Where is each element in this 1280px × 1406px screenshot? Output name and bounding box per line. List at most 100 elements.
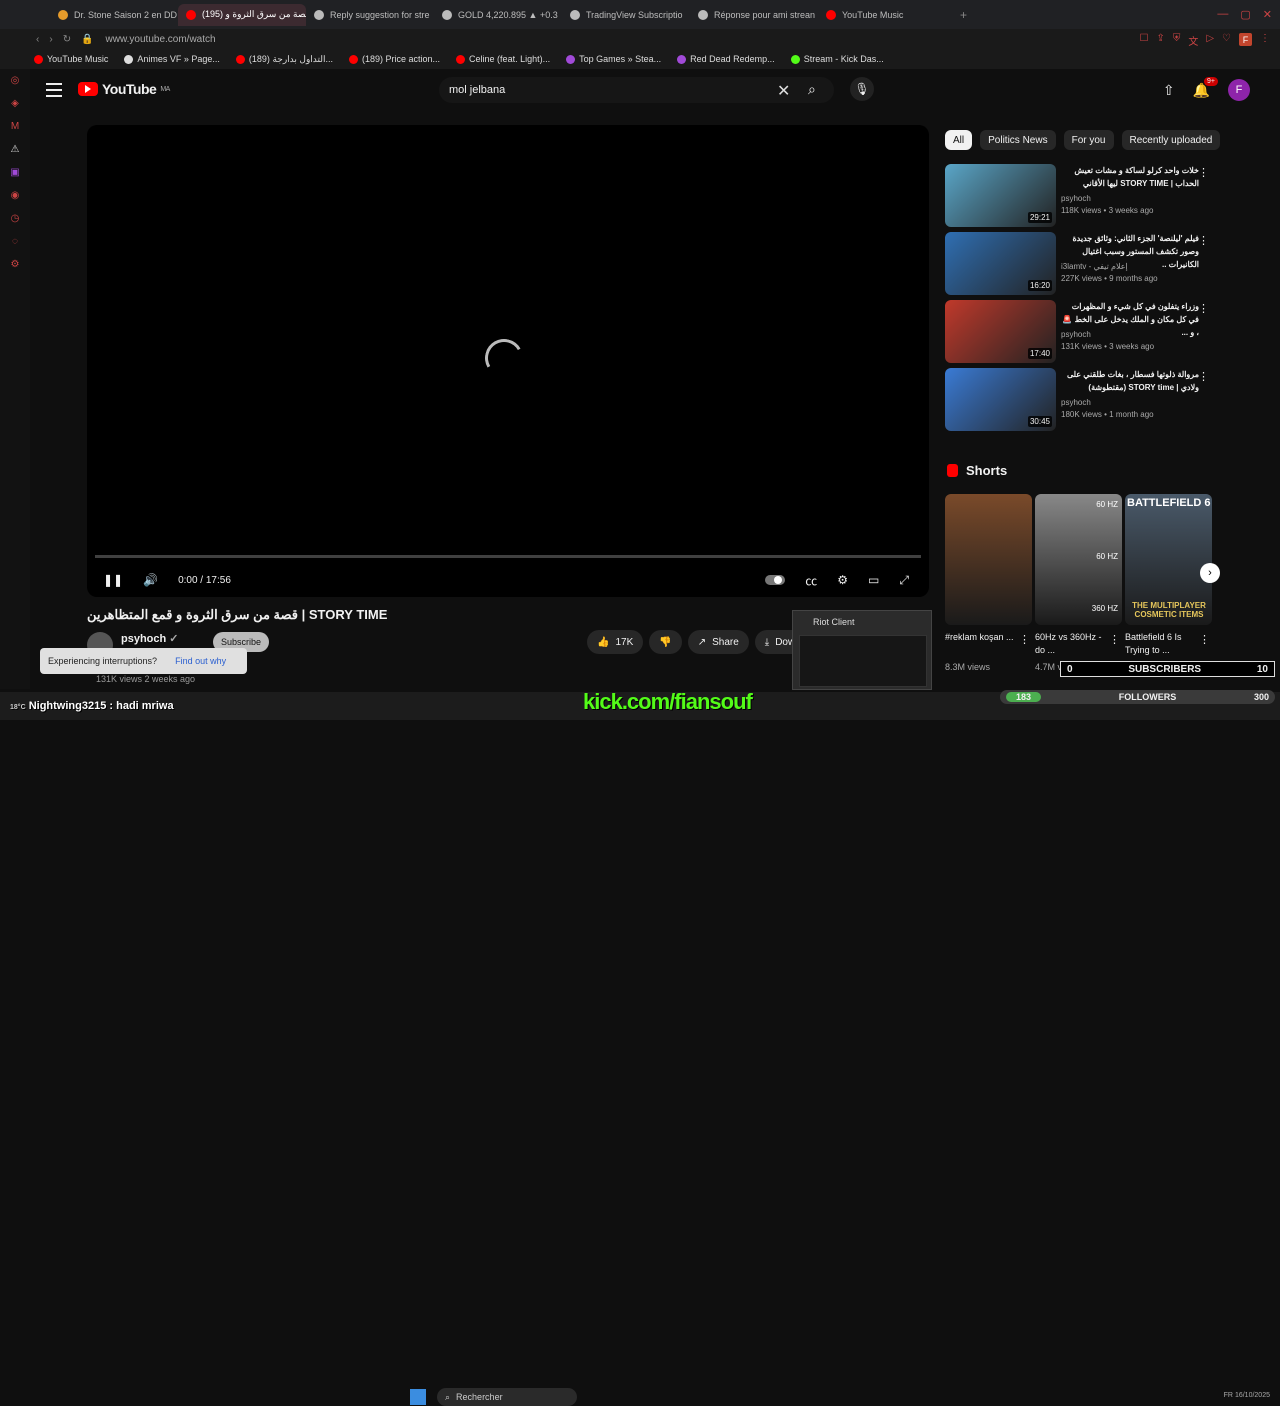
bookmark-item[interactable]: Stream - Kick Das...: [790, 54, 884, 64]
browser-tab[interactable]: TradingView Subscriptio: [562, 4, 690, 26]
clear-search-icon[interactable]: ✕: [777, 81, 790, 101]
logo-text: YouTube: [102, 81, 157, 97]
heart-icon[interactable]: ♡: [1222, 33, 1231, 48]
recommended-channel[interactable]: psyhoch: [1061, 398, 1091, 407]
filter-chip[interactable]: For you: [1063, 130, 1114, 150]
sidebar-icon[interactable]: ⚠: [11, 144, 20, 155]
progress-bar[interactable]: [95, 555, 921, 558]
minimize-icon[interactable]: —: [1217, 8, 1228, 21]
windows-start-icon[interactable]: [410, 1389, 426, 1405]
sidebar-icon[interactable]: ◌: [12, 236, 18, 247]
more-options-icon[interactable]: ⋮: [1019, 633, 1030, 646]
more-options-icon[interactable]: ⋮: [1198, 166, 1209, 179]
recommended-title[interactable]: مروالة ذلوتها فسطار ، بغات طلقني على ولا…: [1061, 368, 1199, 394]
short-thumbnail[interactable]: BATTLEFIELD 6 THE MULTIPLAYER COSMETIC IT…: [1125, 494, 1212, 625]
search-input[interactable]: mol jelbana: [439, 77, 834, 103]
close-icon[interactable]: ✕: [1263, 8, 1272, 21]
chevron-right-icon[interactable]: ›: [1200, 563, 1220, 583]
more-options-icon[interactable]: ⋮: [1198, 234, 1209, 247]
fullscreen-icon[interactable]: ⤢: [899, 573, 909, 588]
filter-chip[interactable]: Recently uploaded: [1121, 130, 1221, 150]
sidebar-icon[interactable]: M: [11, 121, 19, 132]
settings-icon[interactable]: ⚙: [837, 573, 848, 587]
video-thumbnail[interactable]: 30:45: [945, 368, 1056, 431]
menu-icon[interactable]: ⋮: [1260, 33, 1270, 48]
sidebar-icon[interactable]: ◈: [11, 98, 19, 109]
short-title[interactable]: 60Hz vs 360Hz - do ...: [1035, 631, 1107, 657]
pause-icon[interactable]: ❚❚: [103, 573, 123, 587]
tab-title: (195) قصة من سرق الثروة و: [202, 9, 306, 19]
short-title[interactable]: #reklam koşan ...: [945, 631, 1017, 644]
theater-mode-icon[interactable]: ▭: [868, 573, 879, 587]
reload-icon[interactable]: ↻: [63, 34, 71, 45]
filter-chip[interactable]: All: [945, 130, 973, 150]
recommended-channel[interactable]: psyhoch: [1061, 194, 1091, 203]
settings-icon[interactable]: ⚙: [11, 259, 20, 270]
back-icon[interactable]: ‹: [36, 34, 39, 45]
browser-tab[interactable]: YouTube Music: [818, 4, 946, 26]
new-tab-icon[interactable]: +: [960, 8, 967, 22]
video-thumbnail[interactable]: 16:20: [945, 232, 1056, 295]
menu-icon[interactable]: [46, 83, 62, 101]
video-player[interactable]: ❚❚ 🔊 0:00 / 17:56 ㏄ ⚙ ▭ ⤢: [87, 125, 929, 597]
share-button[interactable]: ↗ Share: [687, 630, 749, 654]
browser-tab[interactable]: Reply suggestion for stre: [306, 4, 434, 26]
translate-icon[interactable]: 文: [1188, 33, 1198, 48]
sidebar-icon[interactable]: ◉: [11, 190, 20, 201]
riot-client-preview[interactable]: Riot Client: [792, 610, 932, 690]
recommended-channel[interactable]: i3lamtv - إعلام تيفي: [1061, 262, 1128, 271]
sidebar-icon[interactable]: ◎: [11, 75, 20, 86]
youtube-logo[interactable]: YouTube MA: [78, 81, 170, 97]
search-icon[interactable]: ⌕: [808, 81, 816, 98]
captions-icon[interactable]: ㏄: [805, 572, 817, 589]
recommended-video[interactable]: 16:20 فيلم 'ليلنصة' الجزء الثاني: وثائق ج…: [945, 232, 1213, 300]
bookmark-item[interactable]: YouTube Music: [34, 54, 108, 64]
recommended-channel[interactable]: psyhoch: [1061, 330, 1091, 339]
notifications-icon[interactable]: 🔔 9+: [1193, 76, 1218, 99]
like-button[interactable]: 👍 17K: [587, 630, 644, 654]
short-title[interactable]: Battlefield 6 Is Trying to ...: [1125, 631, 1197, 657]
filter-chip[interactable]: Politics News: [980, 130, 1056, 150]
play-icon[interactable]: ▷: [1206, 33, 1214, 48]
forward-icon[interactable]: ›: [49, 34, 52, 45]
avatar[interactable]: F: [1228, 79, 1250, 101]
upload-icon[interactable]: ⇧: [1163, 82, 1175, 99]
more-options-icon[interactable]: ⋮: [1109, 633, 1120, 646]
volume-icon[interactable]: 🔊: [143, 573, 158, 587]
dislike-button[interactable]: 👎: [649, 630, 682, 654]
video-thumbnail[interactable]: 17:40: [945, 300, 1056, 363]
video-thumbnail[interactable]: 29:21: [945, 164, 1056, 227]
more-options-icon[interactable]: ⋮: [1198, 370, 1209, 383]
microphone-icon[interactable]: 🎙: [850, 77, 874, 101]
browser-tab[interactable]: Dr. Stone Saison 2 en DD: [50, 4, 178, 26]
maximize-icon[interactable]: ▢: [1240, 8, 1250, 21]
taskbar-search[interactable]: ⌕ Rechercher: [437, 1388, 577, 1406]
recommended-video[interactable]: 17:40 وزراء يتفلون في كل شيء و المظهرات ف…: [945, 300, 1213, 368]
bookmark-item[interactable]: (189) التداول بدارجة...: [235, 54, 333, 65]
profile-icon[interactable]: F: [1239, 33, 1252, 46]
autoplay-toggle[interactable]: [765, 575, 786, 585]
find-out-why-link[interactable]: Find out why: [175, 656, 226, 666]
bookmark-item[interactable]: Celine (feat. Light)...: [456, 54, 550, 64]
recommended-title[interactable]: خلات واحد كرلو لساكة و مشات تعيش الحداب …: [1061, 164, 1199, 190]
bookmark-item[interactable]: Animes VF » Page...: [124, 54, 220, 64]
shield-icon[interactable]: ⛨: [1173, 33, 1181, 48]
share-icon[interactable]: ⇪: [1156, 33, 1164, 48]
browser-tab[interactable]: (195) قصة من سرق الثروة و: [178, 3, 306, 26]
bookmark-icon[interactable]: ☐: [1139, 33, 1148, 48]
short-thumbnail[interactable]: 60 HZ 60 HZ 360 HZ: [1035, 494, 1122, 625]
browser-tab[interactable]: GOLD 4,220.895 ▲ +0.3: [434, 4, 562, 26]
sidebar-icon[interactable]: ▣: [10, 167, 19, 178]
bookmark-item[interactable]: (189) Price action...: [349, 54, 440, 64]
bookmark-item[interactable]: Top Games » Stea...: [566, 54, 661, 64]
recommended-video[interactable]: 29:21 خلات واحد كرلو لساكة و مشات تعيش ال…: [945, 164, 1213, 232]
more-options-icon[interactable]: ⋮: [1198, 302, 1209, 315]
sidebar-icon[interactable]: ◷: [11, 213, 20, 224]
url-field[interactable]: www.youtube.com/watch: [106, 34, 216, 45]
short-thumbnail[interactable]: [945, 494, 1032, 625]
channel-name[interactable]: psyhoch ✓: [121, 632, 179, 645]
bookmark-item[interactable]: Red Dead Redemp...: [677, 54, 775, 64]
browser-tab[interactable]: Réponse pour ami strean: [690, 4, 818, 26]
more-options-icon[interactable]: ⋮: [1199, 633, 1210, 646]
recommended-video[interactable]: 30:45 مروالة ذلوتها فسطار ، بغات طلقني عل…: [945, 368, 1213, 436]
